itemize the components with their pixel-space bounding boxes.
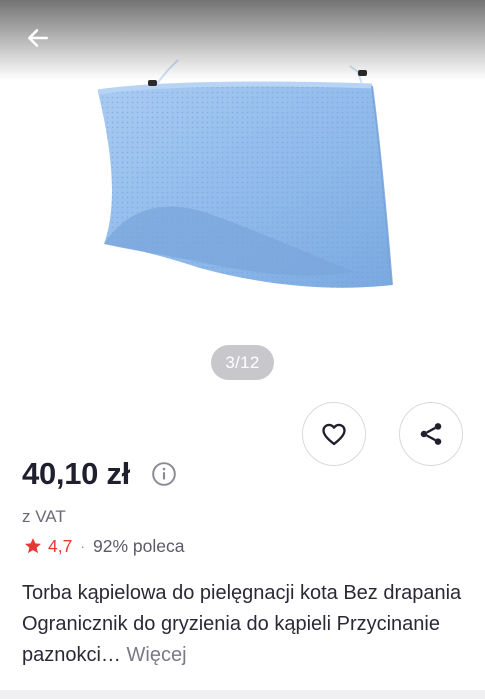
rating-row[interactable]: 4,7 · 92% poleca — [22, 535, 184, 557]
section-divider — [0, 690, 485, 699]
price-info-button[interactable] — [150, 460, 178, 488]
header-shade — [0, 0, 485, 80]
share-button[interactable] — [399, 402, 463, 466]
info-icon — [152, 462, 176, 486]
heart-outline-icon — [322, 423, 346, 446]
recommend-percent: 92% poleca — [93, 535, 185, 556]
share-icon — [420, 423, 442, 445]
rating-value: 4,7 — [48, 535, 73, 556]
back-button[interactable] — [18, 20, 58, 56]
more-link[interactable]: Więcej — [127, 644, 187, 666]
product-title-text: Torba kąpielowa do pielęgnacji kota Bez … — [22, 582, 462, 666]
star-icon — [22, 535, 44, 557]
price: 40,10 zł — [22, 456, 130, 491]
product-gallery[interactable]: 3/12 — [0, 0, 485, 395]
vat-label: z VAT — [22, 507, 66, 526]
arrow-left-icon — [28, 29, 48, 47]
image-counter: 3/12 — [211, 345, 274, 380]
product-title: Torba kąpielowa do pielęgnacji kota Bez … — [22, 578, 472, 671]
favorite-button[interactable] — [302, 402, 366, 466]
price-row: 40,10 zł — [22, 456, 178, 492]
separator-dot: · — [80, 538, 85, 554]
